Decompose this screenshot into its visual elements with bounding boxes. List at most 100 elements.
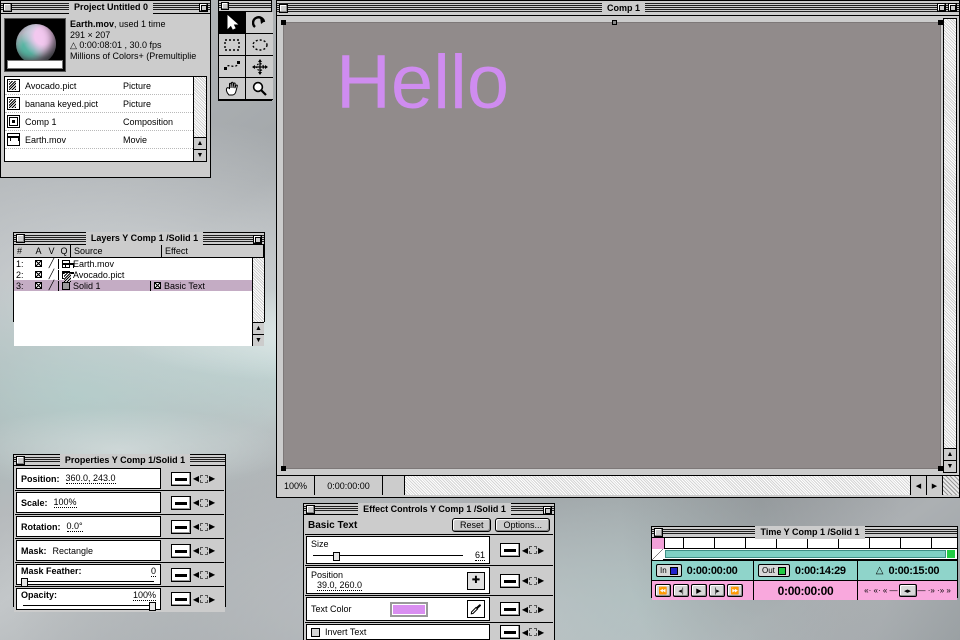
horizontal-scroll-track[interactable] [405, 476, 911, 495]
keyframe-nav[interactable]: ◀▶ [193, 474, 215, 483]
property-value[interactable]: 0.0° [67, 521, 83, 532]
out-point-cell[interactable]: Out 0:00:14:29 [754, 561, 858, 580]
zoom-level[interactable]: 100% [277, 476, 315, 495]
duration-time[interactable]: 0:00:15:00 [888, 565, 939, 577]
stopwatch-icon[interactable] [171, 592, 191, 606]
stopwatch-icon[interactable] [171, 472, 191, 486]
effect-controls-body[interactable]: Basic Text Reset Options... Size 61 ◀▶ P… [304, 515, 554, 640]
property-row-rotation[interactable]: Rotation: 0.0° ◀▶ [15, 515, 224, 539]
position-field[interactable]: Position: 360.0, 243.0 [16, 468, 161, 489]
size-control[interactable]: Size 61 [306, 536, 490, 564]
jog-handle[interactable]: ◂▸ [899, 584, 917, 597]
text-color-swatch[interactable] [390, 602, 428, 617]
layer-source[interactable]: Earth.mov [58, 259, 150, 269]
prev-frame-button[interactable]: ◂| [673, 584, 689, 597]
current-time[interactable]: 0:00:00:00 [778, 584, 834, 598]
comp-vertical-scrollbar[interactable]: ▲ ▼ [943, 18, 957, 473]
effect-row-invert-text[interactable]: Invert Text ◀▶ [305, 622, 553, 640]
property-value[interactable]: 100% [133, 590, 156, 601]
close-box[interactable] [3, 3, 12, 12]
stopwatch-icon[interactable] [171, 544, 191, 558]
scroll-track[interactable] [944, 19, 956, 448]
effect-controls[interactable]: ◀▶ [491, 535, 553, 565]
close-box[interactable] [16, 456, 25, 465]
scroll-up-icon[interactable]: ▲ [253, 322, 264, 334]
play-button[interactable]: ▶ [691, 584, 707, 597]
effects-titlebar[interactable]: Effect Controls Y Comp 1 /Solid 1 [304, 504, 554, 515]
tool-palette-window[interactable] [218, 0, 272, 101]
selection-tool[interactable] [219, 12, 246, 34]
video-toggle[interactable]: ╱ [45, 280, 58, 291]
scroll-track[interactable] [194, 77, 206, 137]
size-slider[interactable] [311, 552, 465, 560]
out-badge[interactable]: Out [758, 564, 790, 577]
properties-window[interactable]: Properties Y Comp 1/Solid 1 Position: 36… [13, 454, 226, 607]
keyframe-nav[interactable]: ◀▶ [522, 628, 544, 637]
keyframe-nav[interactable]: ◀▶ [193, 546, 215, 555]
in-badge[interactable]: In [656, 564, 682, 577]
tool-grid[interactable] [219, 12, 271, 100]
scroll-right-icon[interactable]: ▶ [927, 476, 943, 495]
time-ruler[interactable] [652, 538, 957, 549]
keyframe-nav[interactable]: ◀▶ [522, 605, 544, 614]
rectangle-mask-tool[interactable] [219, 34, 246, 56]
effect-controls[interactable]: ◀▶ [491, 596, 553, 622]
rotation-tool[interactable] [246, 12, 273, 34]
invert-text-control[interactable]: Invert Text [306, 624, 490, 640]
out-point-marker[interactable] [947, 550, 955, 558]
time-controls-window[interactable]: Time Y Comp 1 /Solid 1 In 0:00:00:00 Out [651, 526, 958, 598]
opacity-slider[interactable] [21, 602, 156, 608]
property-value[interactable]: 360.0, 243.0 [66, 473, 116, 484]
effect-row-position[interactable]: Position 39.0, 260.0 ✚ ◀▶ [305, 565, 553, 595]
top-center-handle[interactable] [612, 20, 617, 25]
duration-cell[interactable]: △ 0:00:15:00 [858, 561, 957, 580]
zoom-box[interactable] [937, 3, 946, 12]
property-controls[interactable]: ◀▶ [162, 587, 224, 611]
property-controls[interactable]: ◀▶ [162, 467, 224, 490]
layer-rows[interactable]: 1: ╱ Earth.mov 2: ╱ Avocado.pict [14, 258, 252, 346]
effect-row-size[interactable]: Size 61 ◀▶ [305, 534, 553, 565]
effect-controls-window[interactable]: Effect Controls Y Comp 1 /Solid 1 Basic … [303, 503, 555, 640]
effect-enable-icon[interactable] [154, 282, 161, 289]
project-window[interactable]: Project Untitled 0 Earth.mov, used 1 tim… [0, 0, 211, 178]
position-control[interactable]: Position 39.0, 260.0 ✚ [306, 567, 490, 594]
corner-handle[interactable] [281, 466, 286, 471]
work-area-range[interactable] [665, 550, 946, 558]
last-frame-button[interactable]: ⏩ [727, 584, 743, 597]
layer-source[interactable]: Solid 1 [58, 281, 150, 291]
project-list-rows[interactable]: Avocado.pict Picture banana keyed.pict P… [5, 77, 193, 161]
maximize-box[interactable] [948, 3, 957, 12]
next-frame-button[interactable]: |▸ [709, 584, 725, 597]
property-row-scale[interactable]: Scale: 100% ◀▶ [15, 491, 224, 515]
scroll-up-icon[interactable]: ▲ [194, 137, 206, 149]
close-box[interactable] [306, 505, 315, 514]
rotation-field[interactable]: Rotation: 0.0° [16, 516, 161, 537]
effect-controls[interactable]: ◀▶ [491, 566, 553, 595]
out-time[interactable]: 0:00:14:29 [795, 565, 846, 577]
stopwatch-icon[interactable] [171, 568, 191, 582]
tools-titlebar[interactable] [219, 1, 271, 12]
reset-button[interactable]: Reset [452, 518, 492, 532]
work-area-bar[interactable] [652, 549, 957, 560]
invert-text-checkbox[interactable] [311, 628, 320, 637]
list-item[interactable]: Avocado.pict Picture [5, 77, 193, 95]
stopwatch-icon[interactable] [500, 602, 520, 616]
mask-feather-slider[interactable] [21, 578, 156, 583]
layer-effect[interactable]: Basic Text [150, 281, 252, 291]
ellipse-mask-tool[interactable] [246, 34, 273, 56]
scroll-down-icon[interactable]: ▼ [944, 460, 956, 472]
property-value[interactable]: Rectangle [53, 546, 94, 556]
jog-shuttle[interactable]: «· «· « — ◂▸ — ·» ·» » [858, 581, 957, 600]
hello-text-layer[interactable]: Hello [336, 45, 509, 121]
titlebar-right-buttons[interactable] [543, 506, 552, 515]
keyframe-nav[interactable]: ◀▶ [522, 546, 544, 555]
property-value[interactable]: 0 [151, 566, 156, 577]
stopwatch-icon[interactable] [171, 520, 191, 534]
options-button[interactable]: Options... [495, 518, 550, 532]
zoom-box[interactable] [253, 235, 262, 244]
list-item[interactable]: banana keyed.pict Picture [5, 95, 193, 113]
project-titlebar[interactable]: Project Untitled 0 [1, 1, 210, 14]
size-value[interactable]: 61 [475, 550, 485, 561]
scroll-down-icon[interactable]: ▼ [194, 149, 206, 161]
mask-feather-field[interactable]: Mask Feather: 0 [16, 564, 161, 585]
